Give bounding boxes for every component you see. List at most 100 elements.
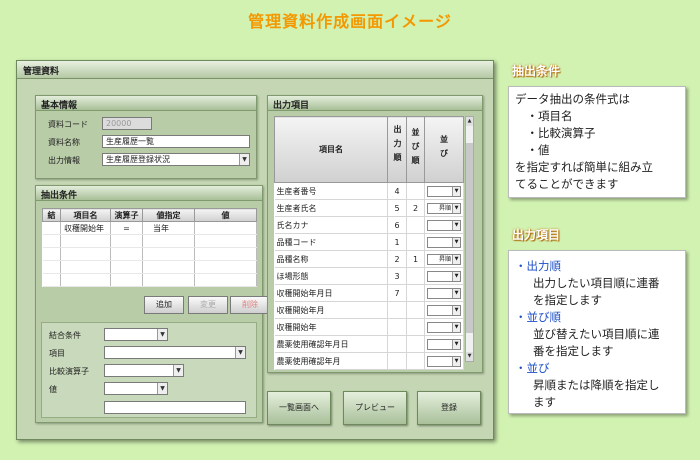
sort-order-cell bbox=[406, 284, 425, 302]
change-button[interactable]: 変更 bbox=[188, 296, 228, 314]
direction-select[interactable]: ▼ bbox=[427, 270, 461, 282]
chevron-down-icon: ▼ bbox=[239, 154, 249, 165]
code-label: 資料コード bbox=[48, 120, 88, 129]
direction-select[interactable]: ▼ bbox=[427, 355, 461, 367]
output-panel: 出力項目 項目名 出力順 並び順 並び 生産者番号 4 ▼ 生産者氏名 5 2 昇順 ▼ 氏名カ… bbox=[267, 95, 483, 373]
table-row[interactable]: 収穫開始年月日 7 ▼ bbox=[274, 284, 464, 302]
cell bbox=[142, 260, 195, 274]
item-name-cell: 氏名カナ bbox=[274, 216, 389, 234]
name-label: 資料名称 bbox=[48, 138, 80, 147]
table-row[interactable] bbox=[42, 234, 257, 248]
direction-cell: ▼ bbox=[424, 284, 464, 302]
cell bbox=[142, 273, 195, 287]
operator-select[interactable]: ▼ bbox=[104, 364, 184, 377]
window-title: 管理資料 bbox=[17, 61, 493, 79]
table-row[interactable]: 品種名称 2 1 昇順 ▼ bbox=[274, 250, 464, 268]
conditions-header: 抽出条件 bbox=[36, 186, 262, 201]
note-line: を指定します bbox=[533, 293, 602, 307]
col-direction: 並び bbox=[424, 116, 464, 183]
note-line: を指定すれば簡単に組み立 bbox=[515, 160, 653, 174]
add-button[interactable]: 追加 bbox=[144, 296, 184, 314]
note-line: ます bbox=[533, 395, 556, 409]
cell bbox=[194, 273, 257, 287]
table-row[interactable]: 氏名カナ 6 ▼ bbox=[274, 216, 464, 234]
sort-order-cell bbox=[406, 335, 425, 353]
cell bbox=[110, 234, 143, 248]
note-line: データ抽出の条件式は bbox=[515, 92, 630, 106]
item-name-cell: 収穫開始年月 bbox=[274, 301, 389, 319]
sort-order-cell bbox=[406, 182, 425, 200]
col-output-order-text: 出力順 bbox=[393, 125, 403, 167]
direction-select[interactable]: ▼ bbox=[427, 338, 461, 350]
direction-select[interactable]: ▼ bbox=[427, 185, 461, 197]
output-scrollbar[interactable]: ▲ ▼ bbox=[465, 116, 474, 362]
table-row[interactable]: 生産者氏名 5 2 昇順 ▼ bbox=[274, 199, 464, 217]
cell: = bbox=[110, 221, 143, 235]
output-order-cell: 3 bbox=[387, 267, 408, 285]
table-row[interactable]: 品種コード 1 ▼ bbox=[274, 233, 464, 251]
direction-select[interactable]: ▼ bbox=[427, 287, 461, 299]
item-select[interactable]: ▼ bbox=[104, 346, 246, 359]
note-title: ・出力順 bbox=[515, 259, 561, 273]
direction-cell: 昇順 ▼ bbox=[424, 199, 464, 217]
direction-value: 昇順 bbox=[438, 255, 451, 263]
sort-order-cell bbox=[406, 352, 425, 370]
table-row[interactable]: 農薬使用確認年月日 ▼ bbox=[274, 335, 464, 353]
table-row[interactable]: 収穫開始年月 ▼ bbox=[274, 301, 464, 319]
table-row[interactable] bbox=[42, 273, 257, 287]
direction-cell: 昇順 ▼ bbox=[424, 250, 464, 268]
list-screen-button[interactable]: 一覧画面へ bbox=[267, 391, 331, 425]
scroll-thumb[interactable] bbox=[466, 143, 473, 333]
sort-order-cell bbox=[406, 233, 425, 251]
cell bbox=[60, 273, 111, 287]
note-line: ・項目名 bbox=[515, 109, 573, 123]
direction-select[interactable]: ▼ bbox=[427, 236, 461, 248]
chevron-down-icon: ▼ bbox=[452, 254, 460, 264]
value-select[interactable]: ▼ bbox=[104, 382, 168, 395]
direction-select[interactable]: 昇順 ▼ bbox=[427, 202, 461, 214]
chevron-down-icon: ▼ bbox=[452, 305, 460, 315]
table-row[interactable] bbox=[42, 260, 257, 274]
cell bbox=[194, 234, 257, 248]
code-field[interactable]: 20000 bbox=[102, 117, 152, 130]
cell bbox=[194, 247, 257, 261]
conditions-table: 結 項目名 演算子 値指定 値 収穫開始年 = 当年 bbox=[42, 208, 257, 287]
direction-cell: ▼ bbox=[424, 335, 464, 353]
name-field[interactable]: 生産履歴一覧 bbox=[102, 135, 250, 148]
cell bbox=[60, 247, 111, 261]
delete-button[interactable]: 削除 bbox=[230, 296, 270, 314]
direction-select[interactable]: 昇順 ▼ bbox=[427, 253, 461, 265]
operator-label: 比較演算子 bbox=[49, 367, 89, 376]
cell bbox=[42, 273, 61, 287]
sort-order-cell bbox=[406, 216, 425, 234]
cell bbox=[42, 260, 61, 274]
register-button[interactable]: 登録 bbox=[417, 391, 481, 425]
table-row[interactable]: 収穫開始年 = 当年 bbox=[42, 221, 257, 235]
preview-button[interactable]: プレビュー bbox=[343, 391, 407, 425]
item-label: 項目 bbox=[49, 349, 65, 358]
scroll-down-icon[interactable]: ▼ bbox=[466, 352, 473, 361]
chevron-down-icon: ▼ bbox=[235, 347, 245, 358]
cell bbox=[194, 221, 257, 235]
chevron-down-icon: ▼ bbox=[157, 329, 167, 340]
table-row[interactable]: 収穫開始年 ▼ bbox=[274, 318, 464, 336]
table-row[interactable] bbox=[42, 247, 257, 261]
cell bbox=[194, 260, 257, 274]
join-select[interactable]: ▼ bbox=[104, 328, 168, 341]
item-name-cell: 生産者氏名 bbox=[274, 199, 389, 217]
cell bbox=[42, 247, 61, 261]
direction-select[interactable]: ▼ bbox=[427, 321, 461, 333]
table-row[interactable]: 農薬使用確認年月 ▼ bbox=[274, 352, 464, 370]
output-note: ・出力順 出力したい項目順に連番 を指定します ・並び順 並び替えたい項目順に連… bbox=[508, 250, 686, 414]
direction-select[interactable]: ▼ bbox=[427, 304, 461, 316]
cell bbox=[142, 247, 195, 261]
cell bbox=[42, 234, 61, 248]
table-row[interactable]: 生産者番号 4 ▼ bbox=[274, 182, 464, 200]
output-info-select[interactable]: 生産履歴登録状況 ▼ bbox=[102, 153, 250, 166]
table-row[interactable]: ほ場形態 3 ▼ bbox=[274, 267, 464, 285]
cell bbox=[142, 234, 195, 248]
basic-info-panel: 基本情報 資料コード 20000 資料名称 生産履歴一覧 出力情報 生産履歴登録… bbox=[35, 95, 257, 179]
scroll-up-icon[interactable]: ▲ bbox=[466, 117, 473, 126]
direction-select[interactable]: ▼ bbox=[427, 219, 461, 231]
value-input[interactable] bbox=[104, 401, 246, 414]
